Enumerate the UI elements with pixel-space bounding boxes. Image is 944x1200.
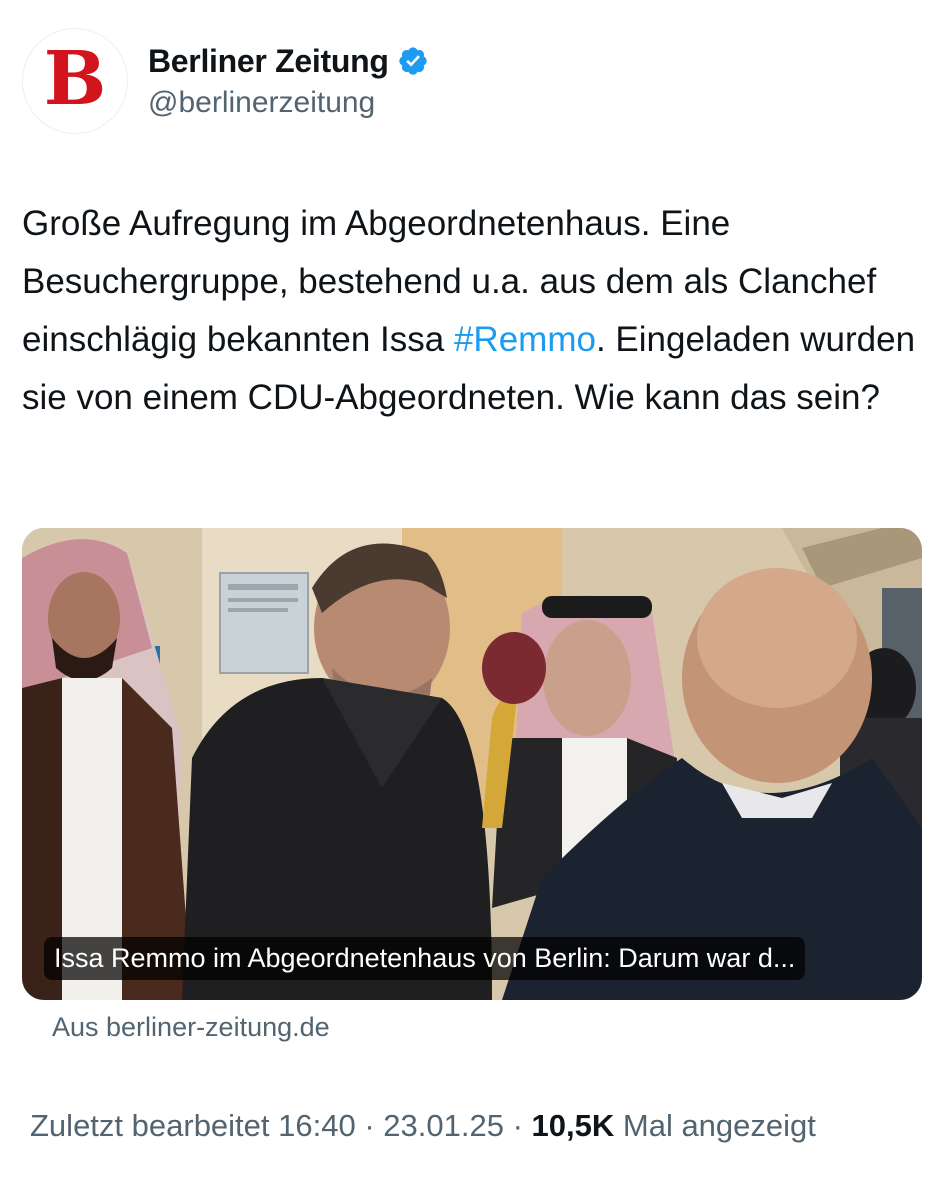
name-row: Berliner Zeitung [148,43,429,80]
hashtag-link[interactable]: #Remmo [454,320,596,359]
display-name[interactable]: Berliner Zeitung [148,43,389,80]
views-count: 10,5K [531,1108,615,1143]
avatar[interactable]: B [22,28,128,134]
account-handle[interactable]: @berlinerzeitung [148,86,429,120]
tweet-meta: Zuletzt bearbeitet 16:40 · 23.01.25 · 10… [30,1108,816,1144]
link-card-title[interactable]: Issa Remmo im Abgeordnetenhaus von Berli… [44,937,806,980]
verified-badge-icon [397,45,429,77]
avatar-logo-letter: B [43,36,107,122]
meta-separator: · [512,1108,523,1143]
tweet-text: Große Aufregung im Abgeordnetenhaus. Ein… [22,195,922,427]
link-card-image [22,528,922,1000]
link-card[interactable]: Issa Remmo im Abgeordnetenhaus von Berli… [22,528,922,1000]
link-source[interactable]: Aus berliner-zeitung.de [52,1012,330,1043]
tweet-header: B Berliner Zeitung @berlinerzeitung [22,26,429,136]
edited-timestamp[interactable]: Zuletzt bearbeitet 16:40 · 23.01.25 [30,1108,504,1143]
views-label: Mal angezeigt [622,1108,816,1143]
account-names: Berliner Zeitung @berlinerzeitung [148,43,429,120]
